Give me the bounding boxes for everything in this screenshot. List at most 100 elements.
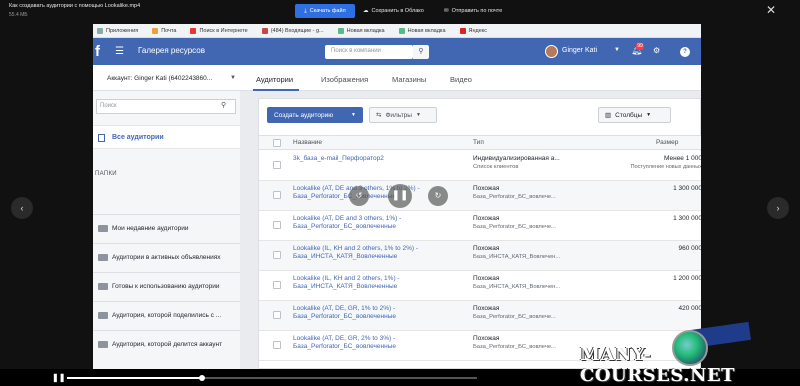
folder-item[interactable]: Аудитория, которой делится аккаунт — [93, 330, 240, 358]
audience-type: Похожая База_Perforator_БС_вовлече... — [473, 305, 556, 320]
video-frame[interactable]: Приложения Почта Поиск в Интернете (484)… — [93, 24, 701, 369]
chevron-down-icon[interactable]: ▼ — [614, 47, 620, 53]
forward-icon[interactable]: ↻ — [428, 186, 448, 206]
folder-icon — [98, 225, 108, 232]
prev-arrow-icon[interactable]: ‹ — [11, 197, 33, 219]
bookmark-item[interactable]: (484) Входящие - g... — [261, 27, 324, 34]
audience-name[interactable]: Lookalike (IL, KH and 2 others, 1%) - Баз… — [293, 275, 463, 291]
bookmark-item[interactable]: Новая вкладка — [398, 27, 446, 34]
table-row[interactable]: Lookalike (AT, DE, GR, 1% to 2%) - База_P… — [259, 301, 701, 331]
columns-button[interactable]: ▥ Столбцы ▼ — [598, 107, 671, 123]
row-checkbox[interactable] — [273, 221, 281, 229]
watermark: MANY-COURSES.NET — [580, 344, 736, 386]
audience-size: 1 300 000 — [673, 185, 701, 192]
bookmark-item[interactable]: Приложения — [97, 27, 138, 34]
select-all-checkbox[interactable] — [273, 139, 281, 147]
audience-name[interactable]: Lookalike (AT, DE, GR, 1% to 2%) - База_P… — [293, 305, 463, 321]
search-icon[interactable]: ⚲ — [221, 101, 226, 109]
table-header: Название Тип Размер — [259, 135, 701, 150]
next-arrow-icon[interactable]: › — [767, 197, 789, 219]
columns-label: Столбцы — [615, 111, 643, 119]
tab-audiences[interactable]: Аудитории — [256, 75, 293, 84]
filters-button[interactable]: ⇆ Фильтры ▼ — [369, 107, 437, 123]
list-icon — [98, 134, 105, 142]
menu-icon[interactable]: ☰ — [115, 46, 124, 57]
create-audience-button[interactable]: Создать аудиторию ▼ — [267, 107, 363, 123]
audience-size: 1 200 000 — [673, 275, 701, 282]
pause-icon[interactable]: ❚❚ — [52, 373, 65, 382]
row-checkbox[interactable] — [273, 281, 281, 289]
audience-search-input[interactable]: Поиск — [96, 99, 236, 114]
audience-name[interactable]: 3k_база_e-mail_Перфоратор2 — [293, 155, 463, 163]
gear-icon[interactable]: ⚙ — [653, 46, 660, 55]
column-type[interactable]: Тип — [473, 139, 484, 146]
file-size: 55.4 МБ — [9, 12, 28, 18]
table-row[interactable]: Lookalike (AT, DE and 3 others, 1% to 2%… — [259, 181, 701, 211]
progress-handle[interactable] — [199, 375, 206, 381]
table-row[interactable]: 3k_база_e-mail_Перфоратор2 Индивидуализир… — [259, 151, 701, 181]
all-audiences-item[interactable]: Все аудитории — [93, 125, 240, 149]
audience-name[interactable]: Lookalike (IL, KH and 2 others, 1% to 2%… — [293, 245, 463, 261]
audience-name[interactable]: Lookalike (AT, DE and 3 others, 1%) - Баз… — [293, 215, 463, 231]
row-checkbox[interactable] — [273, 341, 281, 349]
download-button[interactable]: ⤓ Скачать файл — [295, 4, 355, 18]
user-name[interactable]: Ginger Kati — [562, 47, 597, 54]
audience-type: Похожая База_Perforator_БС_вовлече... — [473, 335, 556, 350]
filters-label: Фильтры — [385, 111, 412, 119]
apps-icon — [97, 27, 103, 34]
chevron-down-icon: ▼ — [351, 112, 356, 118]
bookmark-item[interactable]: Новая вкладка — [337, 27, 385, 34]
download-icon: ⤓ — [304, 7, 307, 14]
pause-icon[interactable]: ❚❚ — [388, 184, 412, 208]
progress-track[interactable] — [67, 375, 477, 381]
table-row[interactable]: Lookalike (IL, KH and 2 others, 1% to 2%… — [259, 241, 701, 271]
column-name[interactable]: Название — [293, 139, 322, 146]
audience-size: Менее 1 000 Поступление новых данных — [630, 155, 701, 170]
fb-header: f ☰ Галерея ресурсов Поиск в компании ⚲ … — [93, 38, 701, 65]
rewind-icon[interactable]: ↺ — [349, 186, 369, 206]
folder-item[interactable]: Аудитория, которой поделились с ... — [93, 301, 240, 329]
folder-icon — [98, 312, 108, 319]
avatar[interactable] — [545, 45, 558, 58]
search-input[interactable]: Поиск в компании — [325, 45, 413, 59]
search-icon[interactable]: ⚲ — [413, 45, 429, 59]
audience-type: Похожая База_ИНСТА_КАТЯ_Вовлечен... — [473, 275, 561, 290]
bookmark-item[interactable]: Почта — [152, 27, 176, 34]
globe-icon — [398, 27, 405, 34]
row-checkbox[interactable] — [273, 311, 281, 319]
table-row[interactable]: Lookalike (AT, DE and 3 others, 1%) - Баз… — [259, 211, 701, 241]
download-label: Скачать файл — [309, 8, 346, 14]
notification-badge: 99 — [636, 43, 644, 50]
close-icon[interactable]: ✕ — [766, 3, 776, 17]
row-checkbox[interactable] — [273, 191, 281, 199]
help-icon[interactable]: ? — [680, 47, 690, 57]
folder-icon — [98, 283, 108, 290]
bookmark-item[interactable]: Поиск в Интернете — [190, 27, 248, 34]
save-to-cloud-button[interactable]: ☁ Сохранить в Облако — [363, 4, 424, 18]
create-audience-label: Создать аудиторию — [274, 111, 334, 119]
chevron-down-icon[interactable]: ▼ — [230, 75, 236, 81]
send-mail-label: Отправить по почте — [451, 8, 503, 14]
bookmark-item[interactable]: Яндекс — [459, 27, 487, 34]
folder-item[interactable]: Готовы к использованию аудитории — [93, 272, 240, 300]
tab-images[interactable]: Изображения — [321, 75, 368, 84]
account-selector[interactable]: Аккаунт: Ginger Kati (6402243860... — [107, 75, 212, 82]
column-size[interactable]: Размер — [656, 139, 678, 146]
send-mail-button[interactable]: ✉ Отправить по почте — [444, 4, 502, 18]
yandex-icon — [459, 27, 466, 34]
folder-icon — [98, 254, 108, 261]
row-checkbox[interactable] — [273, 251, 281, 259]
folder-item[interactable]: Аудитории в активных объявлениях — [93, 243, 240, 271]
tab-shops[interactable]: Магазины — [392, 75, 426, 84]
row-checkbox[interactable] — [273, 161, 281, 169]
audience-size: 1 300 000 — [673, 215, 701, 222]
audience-size: 960 000 — [678, 245, 702, 252]
folders-header: ПАПКИ — [95, 171, 117, 177]
folder-item[interactable]: Мои недавние аудитории — [93, 214, 240, 242]
chevron-down-icon: ▼ — [646, 112, 652, 118]
facebook-logo-icon[interactable]: f — [95, 44, 108, 59]
tab-video[interactable]: Видео — [450, 75, 472, 84]
globe-icon — [337, 27, 344, 34]
audience-name[interactable]: Lookalike (AT, DE, GR, 2% to 3%) - База_P… — [293, 335, 463, 351]
table-row[interactable]: Lookalike (IL, KH and 2 others, 1%) - Баз… — [259, 271, 701, 301]
